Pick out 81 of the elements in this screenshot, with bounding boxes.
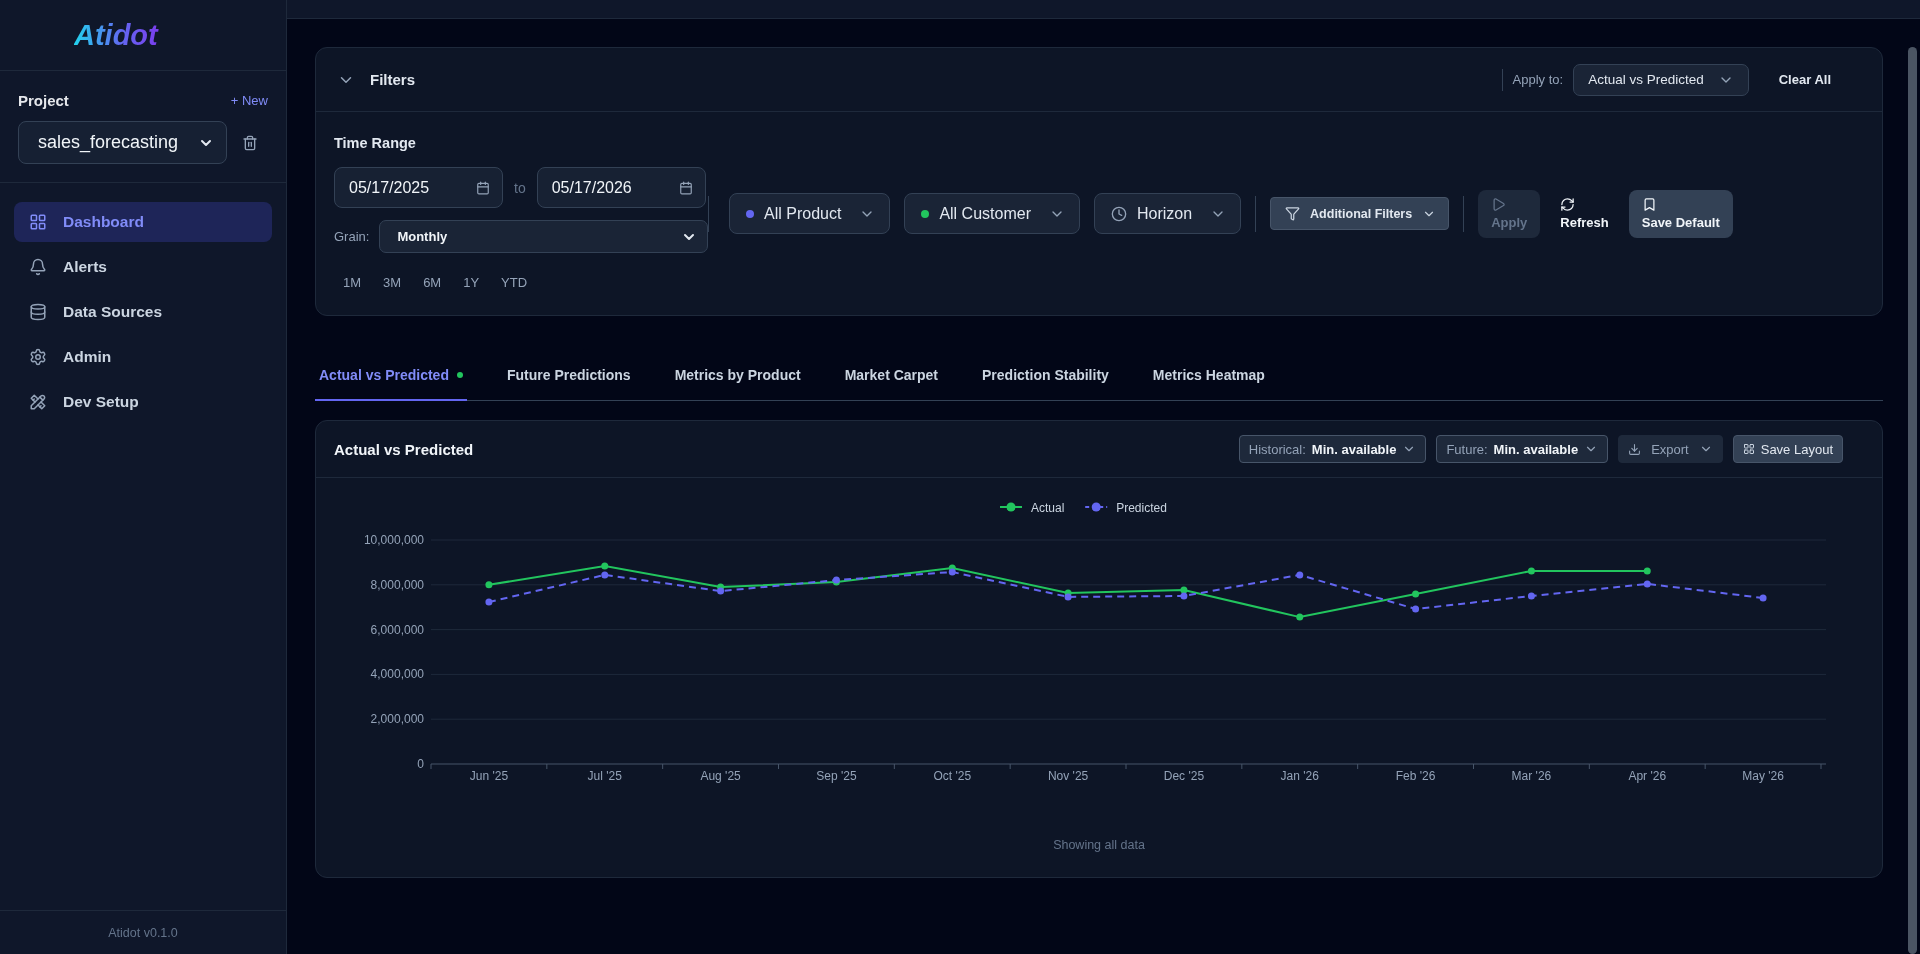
filter-dropdown[interactable]: Horizon [1093,193,1242,234]
tab[interactable]: Prediction Stability [978,349,1113,401]
project-select[interactable]: sales_forecasting [18,121,227,164]
grid-icon [1742,443,1755,455]
chart-title: Actual vs Predicted [334,440,474,458]
nav-item[interactable]: Dashboard [14,202,272,242]
preset-button[interactable]: YTD [492,272,537,293]
axis-label: Jun '25 [469,769,509,783]
bell-icon [29,258,47,276]
date-field[interactable]: 05/17/2025 [334,167,503,208]
clear-all-button[interactable]: Clear All [1766,66,1843,93]
trash-icon [242,134,258,151]
axis-label: Dec '25 [1163,769,1205,783]
additional-filters-button[interactable]: Additional Filters [1270,197,1450,230]
preset-button[interactable]: 6M [414,272,451,293]
scrollbar-thumb[interactable] [1908,47,1917,954]
axis-label: Oct '25 [933,769,972,783]
legend-label[interactable]: Actual [1031,500,1065,515]
play-icon [1491,197,1507,212]
project-label: Project [18,91,69,109]
refresh-button[interactable]: Refresh [1560,189,1609,238]
download-icon [1628,442,1642,456]
grid-icon [29,213,47,231]
to-label: to [514,179,526,196]
apply-to-select[interactable]: Actual vs Predicted [1573,63,1749,96]
legend-marker-icon [999,502,1023,512]
grain-label: Grain: [334,229,370,244]
axis-label: Sep '25 [816,769,857,783]
legend-label[interactable]: Predicted [1116,500,1167,515]
nav-item[interactable]: Dev Setup [14,382,272,422]
range-select[interactable]: Historical: Min. available [1238,435,1427,463]
clock-icon [1110,205,1127,222]
database-icon [29,303,47,321]
time-range-label: Time Range [334,134,416,152]
version-label: Atidot v0.1.0 [108,925,178,940]
axis-label: Mar '26 [1511,769,1552,783]
axis-label: 6,000,000 [370,622,424,637]
calendar-icon [476,180,490,195]
tab[interactable]: Market Carpet [840,349,943,401]
date-field[interactable]: 05/17/2026 [536,167,706,208]
calendar-icon [678,180,693,195]
tab[interactable]: Actual vs Predicted [315,349,467,401]
filter-icon [1285,206,1301,221]
grain-select[interactable]: Monthly [379,220,708,253]
filters-title: Filters [370,71,415,88]
axis-label: Aug '25 [700,769,741,783]
filter-dropdown[interactable]: All Customer [904,193,1080,234]
nav-item[interactable]: Data Sources [14,292,272,332]
legend-marker-icon [1084,502,1109,512]
axis-label: Jul '25 [587,769,622,783]
tab[interactable]: Future Predictions [502,349,635,401]
filter-dropdown[interactable]: All Product [729,193,891,234]
nav-item[interactable]: Admin [14,337,272,377]
axis-label: Feb '26 [1395,769,1436,783]
apply-to-label: Apply to: [1512,72,1564,87]
trash-button[interactable] [242,134,258,151]
new-project-button[interactable]: + New [230,92,268,108]
axis-label: 4,000,000 [370,667,424,682]
bookmark-icon [1641,197,1657,212]
save-default-button[interactable]: Save Default [1628,189,1733,238]
axis-label: 0 [417,757,424,771]
chart-footer-note: Showing all data [1053,837,1145,853]
tab[interactable]: Metrics Heatmap [1148,349,1269,401]
preset-button[interactable]: 1Y [454,272,489,293]
gear-icon [29,348,47,366]
export-button[interactable]: Export [1618,435,1723,463]
preset-button[interactable]: 3M [374,272,411,293]
range-select[interactable]: Future: Min. available [1436,435,1609,463]
preset-button[interactable]: 1M [334,272,371,293]
axis-label: 8,000,000 [370,577,424,592]
axis-label: Apr '26 [1628,769,1667,783]
axis-label: 10,000,000 [363,533,424,547]
refresh-icon [1560,197,1576,212]
axis-label: May '26 [1742,769,1784,783]
axis-label: 2,000,000 [370,712,424,727]
save-layout-button[interactable]: Save Layout [1732,435,1843,463]
tools-icon [29,393,47,411]
nav-item[interactable]: Alerts [14,247,272,287]
tab[interactable]: Metrics by Product [670,349,805,401]
axis-label: Nov '25 [1047,769,1089,783]
axis-label: Jan '26 [1280,769,1319,783]
